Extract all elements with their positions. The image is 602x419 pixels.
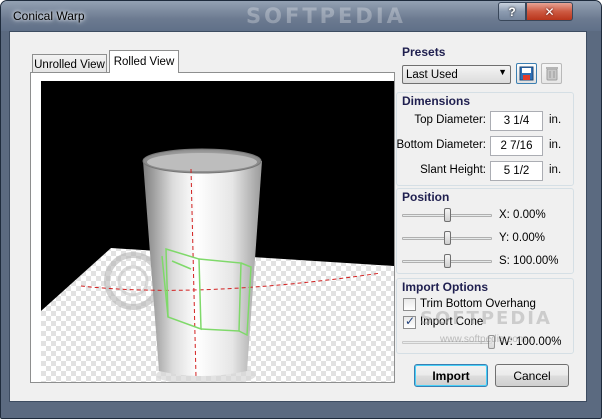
cancel-button[interactable]: Cancel	[495, 364, 569, 387]
checkmark-icon: ✓	[405, 314, 416, 328]
import-cone-checkbox[interactable]: ✓	[403, 314, 416, 329]
bottom-diameter-unit: in.	[549, 139, 562, 151]
watermark-text-bottom: SOFTPEDIA	[420, 308, 552, 329]
trash-icon	[545, 67, 558, 81]
top-diameter-label: Top Diameter:	[414, 114, 486, 126]
bottom-diameter-input[interactable]: 2 7/16	[490, 136, 543, 156]
s-slider-thumb[interactable]	[444, 254, 451, 268]
slant-height-input[interactable]: 5 1/2	[490, 161, 543, 181]
y-value: Y: 0.00%	[499, 232, 546, 244]
bottom-diameter-label: Bottom Diameter:	[396, 139, 486, 151]
top-diameter-unit: in.	[549, 114, 562, 126]
presets-dropdown[interactable]: Last Used ▼	[402, 65, 511, 84]
watermark-text: SOFTPEDIA	[246, 4, 406, 28]
position-title: Position	[402, 190, 450, 204]
slant-height-unit: in.	[549, 164, 562, 176]
import-button[interactable]: Import	[414, 364, 488, 387]
save-preset-button[interactable]	[516, 63, 537, 84]
top-diameter-input[interactable]: 3 1/4	[490, 111, 543, 131]
x-slider-thumb[interactable]	[444, 208, 451, 222]
slant-height-label: Slant Height:	[420, 164, 486, 176]
s-value: S: 100.00%	[499, 255, 559, 267]
presets-title: Presets	[402, 45, 446, 59]
chevron-down-icon: ▼	[498, 67, 507, 77]
x-value: X: 0.00%	[499, 209, 546, 221]
dialog-window: Conical Warp SOFTPEDIA ? ✕ Unrolled View…	[0, 0, 602, 419]
3d-preview-viewport[interactable]	[41, 81, 394, 382]
window-title: Conical Warp	[13, 9, 85, 23]
cone-render	[41, 148, 394, 382]
help-button[interactable]: ?	[498, 2, 526, 21]
dimensions-title: Dimensions	[402, 94, 471, 108]
import-options-title: Import Options	[402, 280, 488, 294]
y-slider-thumb[interactable]	[444, 231, 451, 245]
cone-body	[143, 161, 262, 376]
tab-rolled-view[interactable]: Rolled View	[109, 50, 179, 73]
delete-preset-button[interactable]	[541, 63, 562, 84]
title-bar[interactable]: Conical Warp SOFTPEDIA ? ✕	[1, 1, 601, 31]
save-icon	[519, 66, 534, 81]
close-button[interactable]: ✕	[526, 2, 573, 21]
dialog-client-area: Unrolled View Rolled View Presets Last U…	[9, 31, 587, 402]
watermark-url: www.softpedia.com	[440, 334, 527, 345]
trim-bottom-overhang-checkbox[interactable]	[403, 298, 416, 311]
presets-selected-value: Last Used	[406, 68, 458, 81]
